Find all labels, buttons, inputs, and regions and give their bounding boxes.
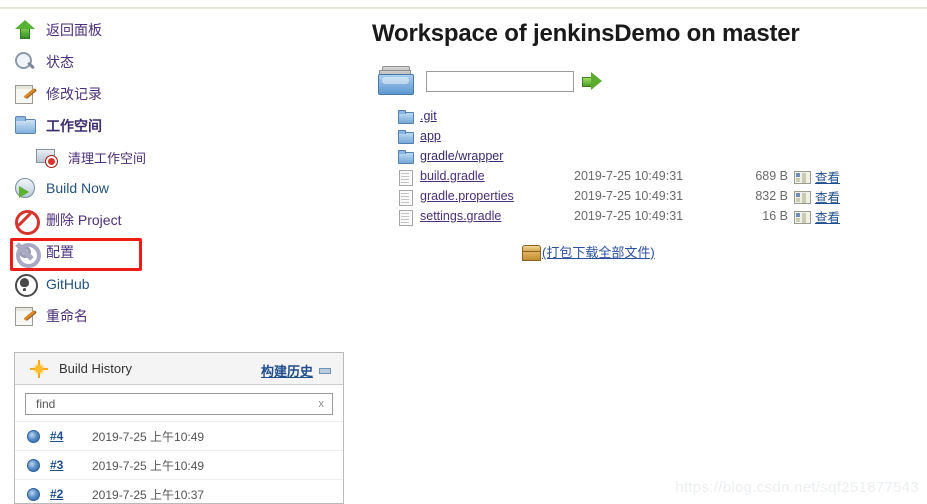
sidebar-item-configure[interactable]: 配置 [0,236,350,268]
build-history-panel: Build History 构建历史 x #4 2019-7-25 上午10:4… [14,352,344,504]
github-icon [14,273,38,297]
archive-icon [522,244,541,261]
build-history-header: Build History 构建历史 [15,353,343,385]
file-date: 2019-7-25 10:49:31 [574,189,684,203]
build-history-header-actions: 构建历史 [261,361,331,380]
build-history-find-box[interactable]: x [25,393,333,415]
up-arrow-icon [14,19,36,41]
status-ball-icon [27,487,40,501]
file-list: .git app gradle/wrapper build.gradle 201… [398,106,917,226]
sidebar-item-workspace[interactable]: 工作空间 [0,110,350,142]
build-number-link[interactable]: #2 [50,487,92,501]
build-number-link[interactable]: #3 [50,458,92,472]
build-row[interactable]: #2 2019-7-25 上午10:37 [15,479,343,504]
sidebar-item-changes[interactable]: 修改记录 [0,78,350,110]
go-arrow-icon[interactable] [582,72,602,90]
file-name-link[interactable]: app [420,129,574,143]
notepad-pencil-icon [14,305,36,327]
download-all-row[interactable]: (打包下载全部文件) [522,242,917,261]
sidebar-item-label: Build Now [46,180,110,196]
folder-icon [398,129,414,144]
notepad-pencil-icon [14,83,36,105]
top-divider [0,7,927,9]
build-date: 2019-7-25 上午10:49 [92,458,205,473]
gear-icon [14,241,41,268]
file-name-link[interactable]: settings.gradle [420,209,574,223]
path-navigation-row [376,66,917,96]
build-number-link[interactable]: #4 [50,429,92,443]
file-date: 2019-7-25 10:49:31 [574,209,684,223]
build-date: 2019-7-25 上午10:49 [92,429,205,444]
sidebar-item-label: 工作空间 [46,118,102,134]
sidebar-item-delete-project[interactable]: 删除 Project [0,204,350,236]
build-now-icon [14,177,36,199]
file-row[interactable]: settings.gradle 2019-7-25 10:49:31 16 B … [398,206,917,226]
sidebar-item-back-to-dashboard[interactable]: 返回面板 [0,14,350,46]
build-date: 2019-7-25 上午10:37 [92,487,205,502]
status-ball-icon [27,458,40,472]
page-title: Workspace of jenkinsDemo on master [372,20,800,47]
file-row[interactable]: app [398,126,917,146]
sidebar-item-github[interactable]: GitHub [0,268,350,300]
file-name-link[interactable]: gradle.properties [420,189,574,203]
clear-find-icon[interactable]: x [319,398,325,410]
view-file-link[interactable]: 查看 [815,207,840,226]
document-icon [398,169,413,186]
build-row[interactable]: #3 2019-7-25 上午10:49 [15,450,343,479]
folder-icon [398,149,414,164]
view-file-link[interactable]: 查看 [815,187,840,206]
page-root: 返回面板 状态 修改记录 工作空间 清理工作空间 Build Now 删除 Pr… [0,0,927,504]
sidebar-item-status[interactable]: 状态 [0,46,350,78]
sidebar-item-label: 状态 [46,54,74,70]
file-size: 689 B [755,169,788,183]
status-ball-icon [27,429,40,443]
file-row[interactable]: .git [398,106,917,126]
file-name-link[interactable]: build.gradle [420,169,574,183]
file-size: 16 B [762,209,788,223]
sidebar-item-label: 清理工作空间 [68,150,147,166]
view-file-icon [794,170,811,184]
view-file-icon [794,210,811,224]
build-history-locale-link[interactable]: 构建历史 [261,361,313,380]
file-row[interactable]: gradle/wrapper [398,146,917,166]
document-icon [398,189,413,206]
view-file-link[interactable]: 查看 [815,167,840,186]
sidebar-item-build-now[interactable]: Build Now [0,172,350,204]
sidebar-item-label: 重命名 [46,308,88,324]
sidebar-item-label: 删除 Project [46,212,122,228]
forbidden-icon [14,209,40,235]
main-content: Workspace of jenkinsDemo on master .git … [372,20,917,261]
build-row[interactable]: #4 2019-7-25 上午10:49 [15,421,343,450]
sidebar-item-label: 配置 [46,244,74,260]
folder-icon [14,115,36,137]
view-file-icon [794,190,811,204]
sidebar: 返回面板 状态 修改记录 工作空间 清理工作空间 Build Now 删除 Pr… [0,14,350,332]
build-history-title: Build History [59,361,132,376]
sidebar-item-label: 返回面板 [46,22,102,38]
sidebar-item-rename[interactable]: 重命名 [0,300,350,332]
path-input[interactable] [426,70,574,92]
build-history-find-wrap: x [15,385,343,421]
folder-icon [398,109,414,124]
file-name-link[interactable]: .git [420,109,574,123]
file-name-link[interactable]: gradle/wrapper [420,149,574,163]
file-row[interactable]: build.gradle 2019-7-25 10:49:31 689 B 查看 [398,166,917,186]
minimize-icon[interactable] [319,367,331,374]
folder-forbidden-icon [36,146,58,168]
file-date: 2019-7-25 10:49:31 [574,169,684,183]
document-icon [398,209,413,226]
sidebar-item-wipe-workspace[interactable]: 清理工作空间 [0,142,350,172]
workspace-folder-icon [376,66,418,96]
find-input[interactable] [34,396,314,412]
sidebar-item-label: 修改记录 [46,86,102,102]
file-row[interactable]: gradle.properties 2019-7-25 10:49:31 832… [398,186,917,206]
download-all-link[interactable]: (打包下载全部文件) [542,242,655,261]
sun-icon [30,359,48,378]
sidebar-item-label: GitHub [46,276,90,292]
watermark: https://blog.csdn.net/sqf251877543 [675,479,919,496]
file-size: 832 B [755,189,788,203]
search-icon [14,51,36,73]
